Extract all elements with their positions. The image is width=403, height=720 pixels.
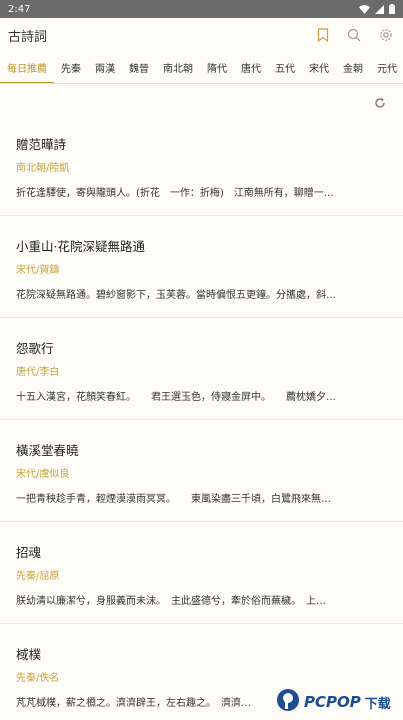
pcpop-logo-icon bbox=[276, 688, 300, 716]
signal-icon bbox=[375, 4, 384, 14]
search-icon[interactable] bbox=[347, 28, 361, 42]
poem-title: 怨歌行 bbox=[16, 341, 54, 356]
tab-songdai[interactable]: 宋代 bbox=[302, 52, 336, 83]
poem-card[interactable]: 怨歌行 唐代/李白 十五入漢宮，花顏笑春紅。 君王選玉色，侍寢金屏中。 薦枕嬌夕… bbox=[0, 318, 403, 420]
status-icons bbox=[359, 4, 395, 14]
status-time: 2:47 bbox=[8, 3, 31, 15]
battery-icon bbox=[389, 4, 395, 14]
poem-excerpt: 朕幼清以廉潔兮，身服義而未沫。 主此盛德兮，牽於俗而蕪穢。 上… bbox=[16, 596, 326, 607]
poem-author[interactable]: 宋代/虞似良 bbox=[16, 468, 387, 482]
tab-suidai[interactable]: 隋代 bbox=[200, 52, 234, 83]
poem-title: 橫溪堂春曉 bbox=[16, 443, 79, 458]
tab-wudai[interactable]: 五代 bbox=[268, 52, 302, 83]
poem-excerpt: 花院深疑無路通。碧紗窗影下，玉芙蓉。當時偏恨五更鐘。分攜處，斜… bbox=[16, 290, 336, 301]
refresh-icon[interactable] bbox=[374, 94, 386, 113]
settings-gear-icon[interactable] bbox=[379, 28, 393, 42]
poem-card[interactable]: 招魂 先秦/屈原 朕幼清以廉潔兮，身服義而未沫。 主此盛德兮，牽於俗而蕪穢。 上… bbox=[0, 522, 403, 624]
tab-weijin[interactable]: 魏晉 bbox=[122, 52, 156, 83]
tab-xianqin[interactable]: 先秦 bbox=[54, 52, 88, 83]
poem-author[interactable]: 南北朝/陸凱 bbox=[16, 162, 387, 176]
tab-tangdai[interactable]: 唐代 bbox=[234, 52, 268, 83]
watermark-brand: PCPOP bbox=[304, 693, 361, 711]
tab-yuandai[interactable]: 元代 bbox=[370, 52, 403, 83]
dynasty-tabs: 每日推薦 先秦 兩漢 魏晉 南北朝 隋代 唐代 五代 宋代 金朝 元代 bbox=[0, 52, 403, 84]
watermark-suffix: 下载 bbox=[364, 696, 391, 712]
poem-author[interactable]: 先秦/屈原 bbox=[16, 570, 387, 584]
poem-card[interactable]: 贈范曄詩 南北朝/陸凱 折花逢驛使，寄與隴頭人。(折花 一作：折梅) 江南無所有… bbox=[0, 114, 403, 216]
poem-author[interactable]: 唐代/李白 bbox=[16, 366, 387, 380]
poem-author[interactable]: 宋代/賀鑄 bbox=[16, 264, 387, 278]
poem-excerpt: 十五入漢宮，花顏笑春紅。 君王選玉色，侍寢金屏中。 薦枕嬌夕… bbox=[16, 392, 336, 403]
watermark-logo: PCPOP 下载 bbox=[276, 684, 403, 720]
app-actions bbox=[317, 28, 395, 42]
tab-nanbeichao[interactable]: 南北朝 bbox=[156, 52, 200, 83]
poem-excerpt: 一把青秧趁手青，輕煙漠漠雨冥冥。 東風染盡三千頃，白鷺飛來無… bbox=[16, 494, 331, 505]
tab-jinchao[interactable]: 金朝 bbox=[336, 52, 370, 83]
poem-title: 贈范曄詩 bbox=[16, 137, 67, 152]
poem-title: 小重山·花院深疑無路通 bbox=[16, 239, 145, 254]
bookmark-icon[interactable] bbox=[317, 28, 329, 42]
app-title: 古詩詞 bbox=[8, 29, 48, 45]
poem-excerpt: 折花逢驛使，寄與隴頭人。(折花 一作：折梅) 江南無所有，聊贈一… bbox=[16, 188, 334, 199]
app-bar: 古詩詞 bbox=[0, 18, 403, 52]
tab-daily-recommend[interactable]: 每日推薦 bbox=[0, 52, 54, 83]
poem-card[interactable]: 小重山·花院深疑無路通 宋代/賀鑄 花院深疑無路通。碧紗窗影下，玉芙蓉。當時偏恨… bbox=[0, 216, 403, 318]
poem-card[interactable]: 橫溪堂春曉 宋代/虞似良 一把青秧趁手青，輕煙漠漠雨冥冥。 東風染盡三千頃，白鷺… bbox=[0, 420, 403, 522]
wifi-icon bbox=[359, 4, 370, 14]
poem-list: 贈范曄詩 南北朝/陸凱 折花逢驛使，寄與隴頭人。(折花 一作：折梅) 江南無所有… bbox=[0, 114, 403, 720]
tab-lianghan[interactable]: 兩漢 bbox=[88, 52, 122, 83]
status-bar: 2:47 bbox=[0, 0, 403, 18]
poem-title: 棫樸 bbox=[16, 647, 42, 662]
poem-title: 招魂 bbox=[16, 545, 42, 560]
